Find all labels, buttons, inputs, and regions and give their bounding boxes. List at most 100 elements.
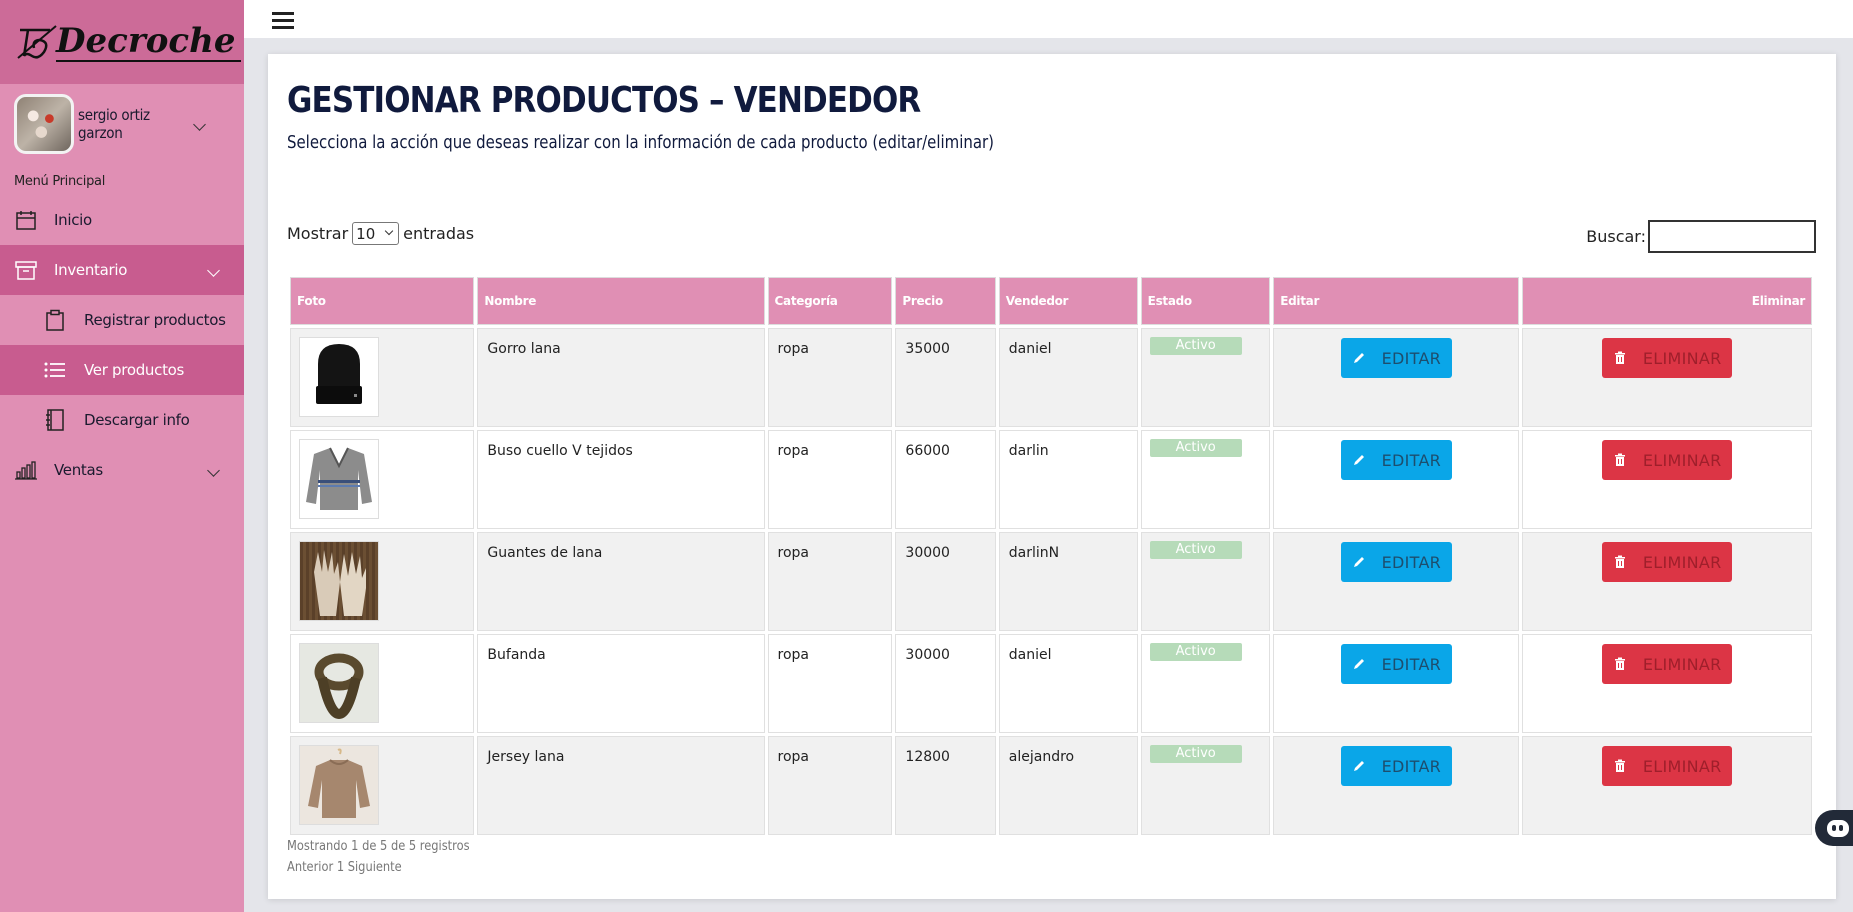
sidebar-item-inicio[interactable]: Inicio xyxy=(0,195,244,245)
product-image-gorro xyxy=(299,337,379,417)
cell-nombre: Jersey lana xyxy=(477,736,765,835)
brand-name: Decroche xyxy=(56,22,242,62)
sidebar-subitem-registrar-productos[interactable]: Registrar productos xyxy=(0,295,244,345)
sidebar-item-label: Ventas xyxy=(54,461,103,479)
cell-eliminar: ELIMINAR xyxy=(1522,736,1812,835)
chatbot-face-icon xyxy=(1827,820,1849,837)
user-profile[interactable]: sergio ortiz garzon xyxy=(0,84,244,164)
status-badge: Activo xyxy=(1149,643,1242,661)
length-prefix: Mostrar xyxy=(287,224,349,243)
cell-nombre: Bufanda xyxy=(477,634,765,733)
pencil-icon xyxy=(1353,557,1364,567)
product-image-bufanda xyxy=(299,643,379,723)
col-header-estado[interactable]: Estado xyxy=(1140,277,1271,325)
archive-box-icon xyxy=(14,258,38,282)
table-row: Guantes de lana ropa 30000 darlinN Activ… xyxy=(290,532,1812,631)
sidebar: Decroche sergio ortiz garzon Menú Princi… xyxy=(0,0,244,912)
sidebar-item-inventario[interactable]: Inventario xyxy=(0,245,244,295)
search-label: Buscar: xyxy=(1586,227,1646,246)
delete-button[interactable]: ELIMINAR xyxy=(1602,542,1733,582)
cell-precio: 30000 xyxy=(895,634,996,733)
status-badge: Activo xyxy=(1149,541,1242,559)
edit-button[interactable]: EDITAR xyxy=(1340,542,1452,582)
sidebar-subitem-label: Ver productos xyxy=(84,361,185,379)
delete-button[interactable]: ELIMINAR xyxy=(1602,440,1733,480)
edit-button[interactable]: EDITAR xyxy=(1340,644,1452,684)
trash-icon xyxy=(1614,759,1625,772)
table-header-row: Foto Nombre Categoría Precio Vendedor Es… xyxy=(290,277,1812,325)
cell-eliminar: ELIMINAR xyxy=(1522,634,1812,733)
calendar-icon xyxy=(14,208,38,232)
sidebar-subitem-descargar-info[interactable]: Descargar info xyxy=(0,395,244,445)
cell-foto xyxy=(290,736,475,835)
edit-button-label: EDITAR xyxy=(1381,348,1442,368)
cell-precio: 12800 xyxy=(895,736,996,835)
brand-logo[interactable]: Decroche xyxy=(0,0,244,84)
bar-chart-icon xyxy=(14,458,38,482)
status-badge: Activo xyxy=(1149,745,1242,763)
cell-foto xyxy=(290,430,475,529)
table-row: Buso cuello V tejidos ropa 66000 darlin … xyxy=(290,430,1812,529)
trash-icon xyxy=(1614,555,1625,568)
sidebar-item-label: Inventario xyxy=(54,261,128,279)
cell-vendedor: daniel xyxy=(998,634,1138,733)
delete-button-label: ELIMINAR xyxy=(1642,348,1722,368)
main-card: GESTIONAR PRODUCTOS – VENDEDOR Seleccion… xyxy=(268,54,1836,899)
crochet-hook-icon xyxy=(16,22,62,62)
pagination[interactable]: Anterior 1 Siguiente xyxy=(287,857,470,878)
entries-select-value: 10 xyxy=(356,224,376,243)
hamburger-menu-icon[interactable] xyxy=(272,12,294,29)
col-header-eliminar[interactable]: Eliminar xyxy=(1522,277,1812,325)
chevron-down-icon[interactable] xyxy=(193,117,206,131)
edit-button[interactable]: EDITAR xyxy=(1340,338,1452,378)
cell-categoria: ropa xyxy=(767,634,893,733)
cell-vendedor: alejandro xyxy=(998,736,1138,835)
delete-button-label: ELIMINAR xyxy=(1642,654,1722,674)
clipboard-icon xyxy=(44,309,66,331)
cell-vendedor: daniel xyxy=(998,328,1138,427)
col-header-nombre[interactable]: Nombre xyxy=(477,277,765,325)
topbar xyxy=(244,0,1853,38)
col-header-precio[interactable]: Precio xyxy=(895,277,996,325)
cell-nombre: Buso cuello V tejidos xyxy=(477,430,765,529)
cell-foto xyxy=(290,634,475,733)
cell-categoria: ropa xyxy=(767,430,893,529)
trash-icon xyxy=(1614,453,1625,466)
cell-vendedor: darlin xyxy=(998,430,1138,529)
col-header-categoria[interactable]: Categoría xyxy=(767,277,893,325)
delete-button[interactable]: ELIMINAR xyxy=(1602,746,1733,786)
cell-estado: Activo xyxy=(1140,532,1271,631)
entries-select[interactable]: 10 xyxy=(352,222,400,245)
chevron-down-icon xyxy=(207,463,220,477)
pencil-icon xyxy=(1353,353,1364,363)
table-row: Jersey lana ropa 12800 alejandro Activo … xyxy=(290,736,1812,835)
table-info-text: Mostrando 1 de 5 de 5 registros xyxy=(287,839,470,854)
sidebar-subitem-ver-productos[interactable]: Ver productos xyxy=(0,345,244,395)
cell-nombre: Gorro lana xyxy=(477,328,765,427)
edit-button[interactable]: EDITAR xyxy=(1340,746,1452,786)
cell-nombre: Guantes de lana xyxy=(477,532,765,631)
list-icon xyxy=(44,359,66,381)
col-header-vendedor[interactable]: Vendedor xyxy=(998,277,1138,325)
edit-button[interactable]: EDITAR xyxy=(1340,440,1452,480)
cell-vendedor: darlinN xyxy=(998,532,1138,631)
length-suffix: entradas xyxy=(403,224,475,243)
chat-widget-button[interactable] xyxy=(1815,810,1853,846)
pencil-icon xyxy=(1353,761,1364,771)
delete-button[interactable]: ELIMINAR xyxy=(1602,338,1733,378)
search-input[interactable] xyxy=(1648,220,1816,253)
products-table: Foto Nombre Categoría Precio Vendedor Es… xyxy=(287,274,1815,838)
edit-button-label: EDITAR xyxy=(1381,552,1442,572)
table-row: Bufanda ropa 30000 daniel Activo EDITAR … xyxy=(290,634,1812,733)
col-header-foto[interactable]: Foto xyxy=(290,277,475,325)
product-image-buso xyxy=(299,439,379,519)
col-header-editar[interactable]: Editar xyxy=(1273,277,1520,325)
cell-foto xyxy=(290,532,475,631)
cell-categoria: ropa xyxy=(767,328,893,427)
sidebar-item-ventas[interactable]: Ventas xyxy=(0,445,244,495)
cell-categoria: ropa xyxy=(767,736,893,835)
delete-button[interactable]: ELIMINAR xyxy=(1602,644,1733,684)
cell-editar: EDITAR xyxy=(1273,736,1520,835)
sidebar-item-label: Inicio xyxy=(54,211,92,229)
cell-eliminar: ELIMINAR xyxy=(1522,532,1812,631)
